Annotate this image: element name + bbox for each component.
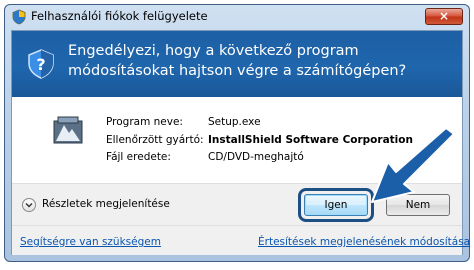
- prompt-question: Engedélyezi, hogy a következő program mó…: [68, 43, 407, 79]
- origin-label: Fájl eredete:: [106, 151, 171, 163]
- svg-text:?: ?: [36, 55, 45, 74]
- show-details-label[interactable]: Részletek megjelenítése: [42, 198, 170, 210]
- show-details-toggle[interactable]: [22, 198, 36, 212]
- chevron-down-icon: [25, 203, 33, 208]
- help-link[interactable]: Segítségre van szükségem: [20, 236, 161, 248]
- publisher-label: Ellenőrzött gyártó:: [106, 134, 204, 146]
- yes-button[interactable]: Igen: [304, 194, 368, 216]
- setup-program-icon: [53, 116, 83, 144]
- close-button[interactable]: ×: [425, 8, 463, 25]
- link-bar: Segítségre van szükségem Értesítések meg…: [12, 225, 470, 255]
- prompt-banner: ? Engedélyezi, hogy a következő program …: [12, 31, 462, 97]
- title-bar[interactable]: Felhasználói fiókok felügyelete ×: [5, 5, 469, 29]
- uac-shield-icon: [12, 9, 26, 25]
- origin-value: CD/DVD-meghajtó: [208, 151, 304, 163]
- window-title: Felhasználói fiókok felügyelete: [31, 9, 208, 23]
- notification-settings-link[interactable]: Értesítések megjelenésének módosítása: [258, 236, 470, 248]
- program-name-label: Program neve:: [106, 116, 183, 128]
- pointer-arrow-icon: [371, 128, 455, 203]
- question-shield-icon: ?: [28, 49, 54, 79]
- program-name-value: Setup.exe: [208, 116, 261, 128]
